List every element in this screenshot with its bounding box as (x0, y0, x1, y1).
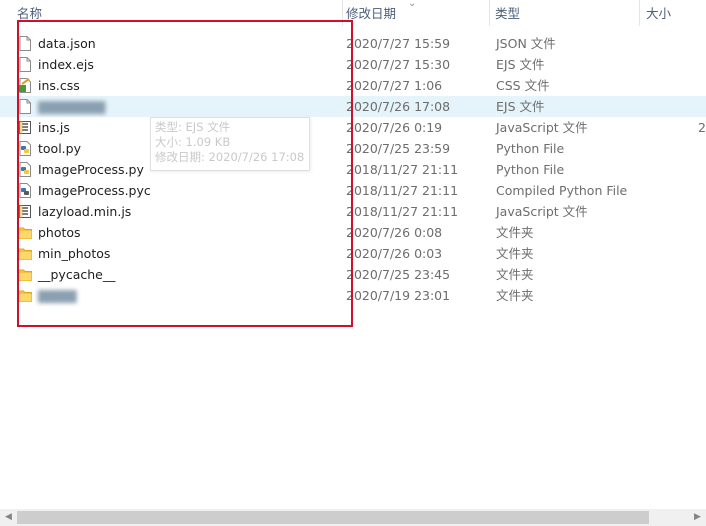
python-compiled-file-icon (18, 183, 32, 198)
folder-icon (18, 246, 32, 261)
tooltip-type: 类型: EJS 文件 (155, 120, 231, 134)
file-type: CSS 文件 (496, 78, 550, 93)
folder-row[interactable]: __pycache__ 2020/7/25 23:45 文件夹 (0, 264, 706, 285)
folder-icon (18, 267, 32, 282)
css-file-icon (18, 78, 32, 93)
file-date: 2020/7/27 1:06 (346, 78, 443, 93)
file-name: data.json (38, 36, 96, 51)
file-row[interactable]: ImageProcess.pyc 2018/11/27 21:11 Compil… (0, 180, 706, 201)
file-name: lazyload.min.js (38, 204, 132, 219)
redacted-file-name: ▇▇▇▇▇▇▇ (38, 99, 106, 114)
file-date: 2018/11/27 21:11 (346, 162, 459, 177)
file-type: 文件夹 (496, 288, 534, 303)
file-name: index.ejs (38, 57, 94, 72)
file-type: 文件夹 (496, 267, 534, 282)
column-divider[interactable] (489, 0, 490, 26)
file-row[interactable]: lazyload.min.js 2018/11/27 21:11 JavaScr… (0, 201, 706, 222)
file-type: Python File (496, 162, 565, 177)
file-date: 2020/7/26 0:19 (346, 120, 443, 135)
file-name: ImageProcess.py (38, 162, 144, 177)
file-size: 2 (698, 120, 706, 135)
file-name: min_photos (38, 246, 111, 261)
python-file-icon (18, 162, 32, 177)
file-name: photos (38, 225, 81, 240)
file-date: 2020/7/25 23:45 (346, 267, 451, 282)
file-type: JavaScript 文件 (496, 204, 588, 219)
file-row-selected[interactable]: ▇▇▇▇▇▇▇ 2020/7/26 17:08 EJS 文件 (0, 96, 706, 117)
scroll-right-arrow-icon[interactable]: ▶ (689, 509, 706, 526)
tooltip-size: 大小: 1.09 KB (155, 135, 231, 149)
file-row[interactable]: ins.js 2020/7/26 0:19 JavaScript 文件 2 (0, 117, 706, 138)
file-date: 2020/7/19 23:01 (346, 288, 451, 303)
generic-file-icon (18, 36, 32, 51)
file-type: 文件夹 (496, 246, 534, 261)
file-info-tooltip: 类型: EJS 文件 大小: 1.09 KB 修改日期: 2020/7/26 1… (150, 117, 310, 171)
folder-row[interactable]: min_photos 2020/7/26 0:03 文件夹 (0, 243, 706, 264)
file-row[interactable]: ImageProcess.py 2018/11/27 21:11 Python … (0, 159, 706, 180)
column-header: 名称 修改日期 ⌄ 类型 大小 (0, 0, 706, 27)
python-file-icon (18, 141, 32, 156)
file-name: ins.js (38, 120, 70, 135)
column-name-header[interactable]: 名称 (13, 0, 343, 27)
column-size-header[interactable]: 大小 (642, 0, 706, 27)
scrollbar-thumb[interactable] (17, 511, 649, 524)
scroll-left-arrow-icon[interactable]: ◀ (0, 509, 17, 526)
file-row[interactable]: data.json 2020/7/27 15:59 JSON 文件 (0, 33, 706, 54)
column-divider[interactable] (639, 0, 640, 26)
js-file-icon (18, 204, 32, 219)
column-type-header[interactable]: 类型 (491, 0, 639, 27)
file-date: 2020/7/26 17:08 (346, 99, 451, 114)
folder-icon (18, 225, 32, 240)
folder-icon (18, 288, 32, 303)
file-row[interactable]: ins.css 2020/7/27 1:06 CSS 文件 (0, 75, 706, 96)
folder-row[interactable]: ▇▇▇▇ 2020/7/19 23:01 文件夹 (0, 285, 706, 306)
file-date: 2020/7/27 15:30 (346, 57, 451, 72)
generic-file-icon (18, 99, 32, 114)
folder-row[interactable]: photos 2020/7/26 0:08 文件夹 (0, 222, 706, 243)
file-name: tool.py (38, 141, 81, 156)
file-type: Python File (496, 141, 565, 156)
file-row[interactable]: index.ejs 2020/7/27 15:30 EJS 文件 (0, 54, 706, 75)
file-type: JavaScript 文件 (496, 120, 588, 135)
file-date: 2018/11/27 21:11 (346, 183, 459, 198)
file-type: EJS 文件 (496, 99, 545, 114)
horizontal-scrollbar[interactable]: ◀ ▶ (0, 509, 706, 526)
generic-file-icon (18, 57, 32, 72)
file-type: JSON 文件 (496, 36, 556, 51)
redacted-file-name: ▇▇▇▇ (38, 288, 77, 303)
sort-chevron-icon: ⌄ (408, 0, 417, 9)
file-type: EJS 文件 (496, 57, 545, 72)
tooltip-modified: 修改日期: 2020/7/26 17:08 (155, 150, 305, 164)
file-row[interactable]: tool.py 2020/7/25 23:59 Python File (0, 138, 706, 159)
file-name: ImageProcess.pyc (38, 183, 151, 198)
file-date: 2020/7/25 23:59 (346, 141, 451, 156)
file-type: 文件夹 (496, 225, 534, 240)
file-date: 2018/11/27 21:11 (346, 204, 459, 219)
file-date: 2020/7/26 0:08 (346, 225, 443, 240)
js-file-icon (18, 120, 32, 135)
file-name: ins.css (38, 78, 80, 93)
file-type: Compiled Python File (496, 183, 628, 198)
file-date: 2020/7/26 0:03 (346, 246, 443, 261)
file-name: __pycache__ (38, 267, 116, 282)
file-date: 2020/7/27 15:59 (346, 36, 451, 51)
